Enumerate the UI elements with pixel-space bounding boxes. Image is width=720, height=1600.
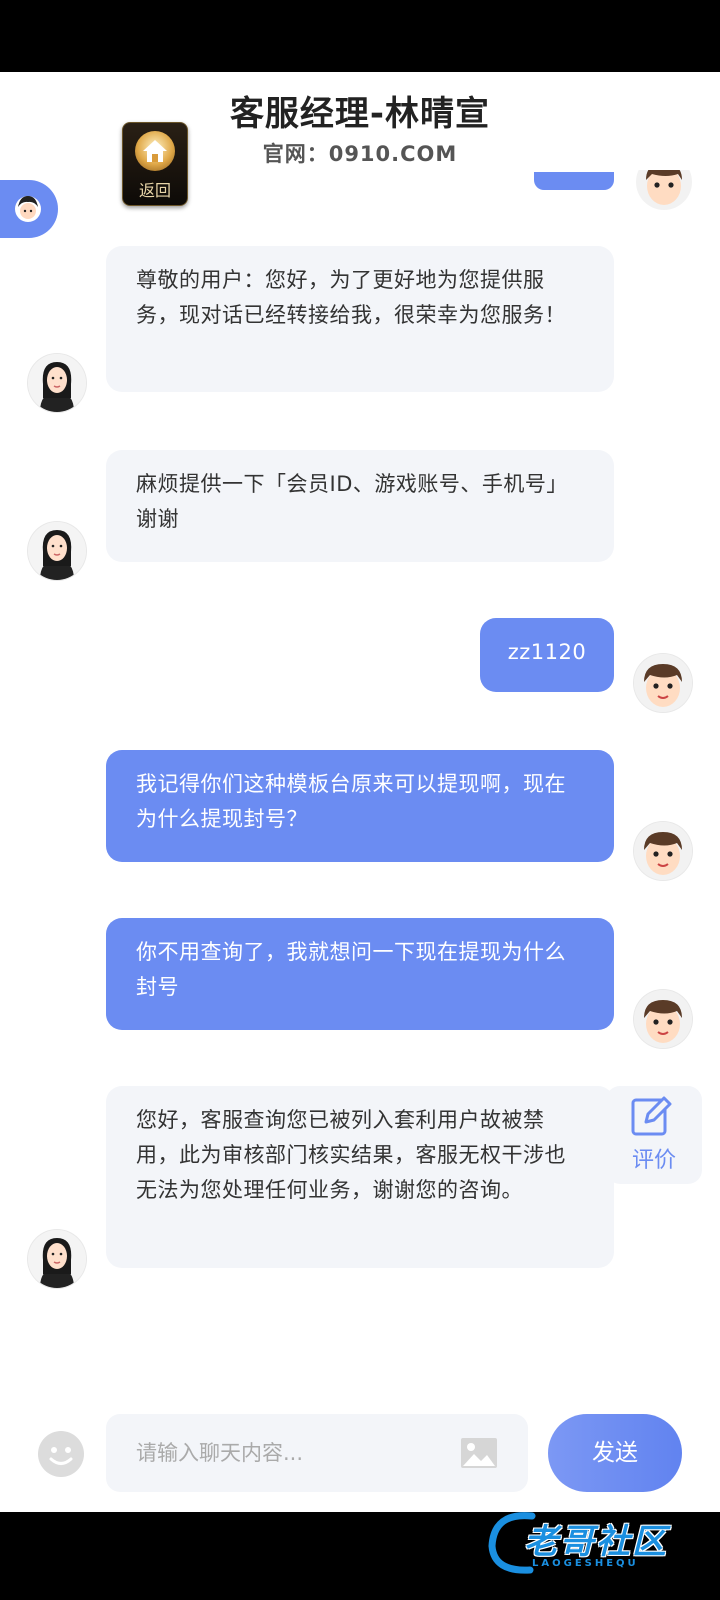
user-message-bubble: zz1120 (480, 618, 614, 692)
send-button[interactable]: 发送 (548, 1414, 682, 1492)
page-title: 客服经理-林晴宣 (229, 94, 491, 134)
user-avatar (636, 170, 692, 210)
user-message-bubble: 你不用查询了，我就想问一下现在提现为什么封号 (106, 918, 614, 1030)
agent-message-bubble: 麻烦提供一下「会员ID、游戏账号、手机号」谢谢 (106, 450, 614, 562)
user-message-bubble: 我记得你们这种模板台原来可以提现啊，现在为什么提现封号？ (106, 750, 614, 862)
page-subtitle: 官网：0910.COM (262, 142, 458, 166)
support-side-tab[interactable] (0, 180, 58, 238)
image-icon[interactable] (460, 1437, 498, 1469)
edit-icon (631, 1096, 672, 1136)
status-bar (0, 0, 720, 72)
user-avatar (634, 990, 692, 1048)
evaluate-button[interactable]: 评价 (606, 1086, 702, 1184)
emoji-button[interactable] (38, 1431, 84, 1477)
back-home-label: 返回 (138, 181, 171, 200)
back-home-button[interactable]: 返回 (122, 122, 188, 206)
home-icon (135, 131, 175, 171)
user-avatar (634, 654, 692, 712)
evaluate-label: 评价 (631, 1148, 676, 1173)
agent-message-bubble: 尊敬的用户：您好，为了更好地为您提供服务，现对话已经转接给我，很荣幸为您服务！ (106, 246, 614, 392)
watermark-subtext: LAOGESHEQU (532, 1558, 639, 1569)
support-avatar-icon (15, 196, 41, 222)
agent-avatar (28, 522, 86, 580)
watermark-logo: 老哥社区 LAOGESHEQU (484, 1506, 710, 1580)
emoji-icon (49, 1447, 73, 1465)
watermark-text: 老哥社区 (524, 1522, 668, 1562)
agent-avatar (28, 354, 86, 412)
agent-avatar (28, 1230, 86, 1288)
agent-message-bubble: 您好，客服查询您已被列入套利用户故被禁用，此为审核部门核实结果，客服无权干涉也无… (106, 1086, 614, 1268)
previous-user-message-bubble (534, 172, 614, 190)
user-avatar (634, 822, 692, 880)
